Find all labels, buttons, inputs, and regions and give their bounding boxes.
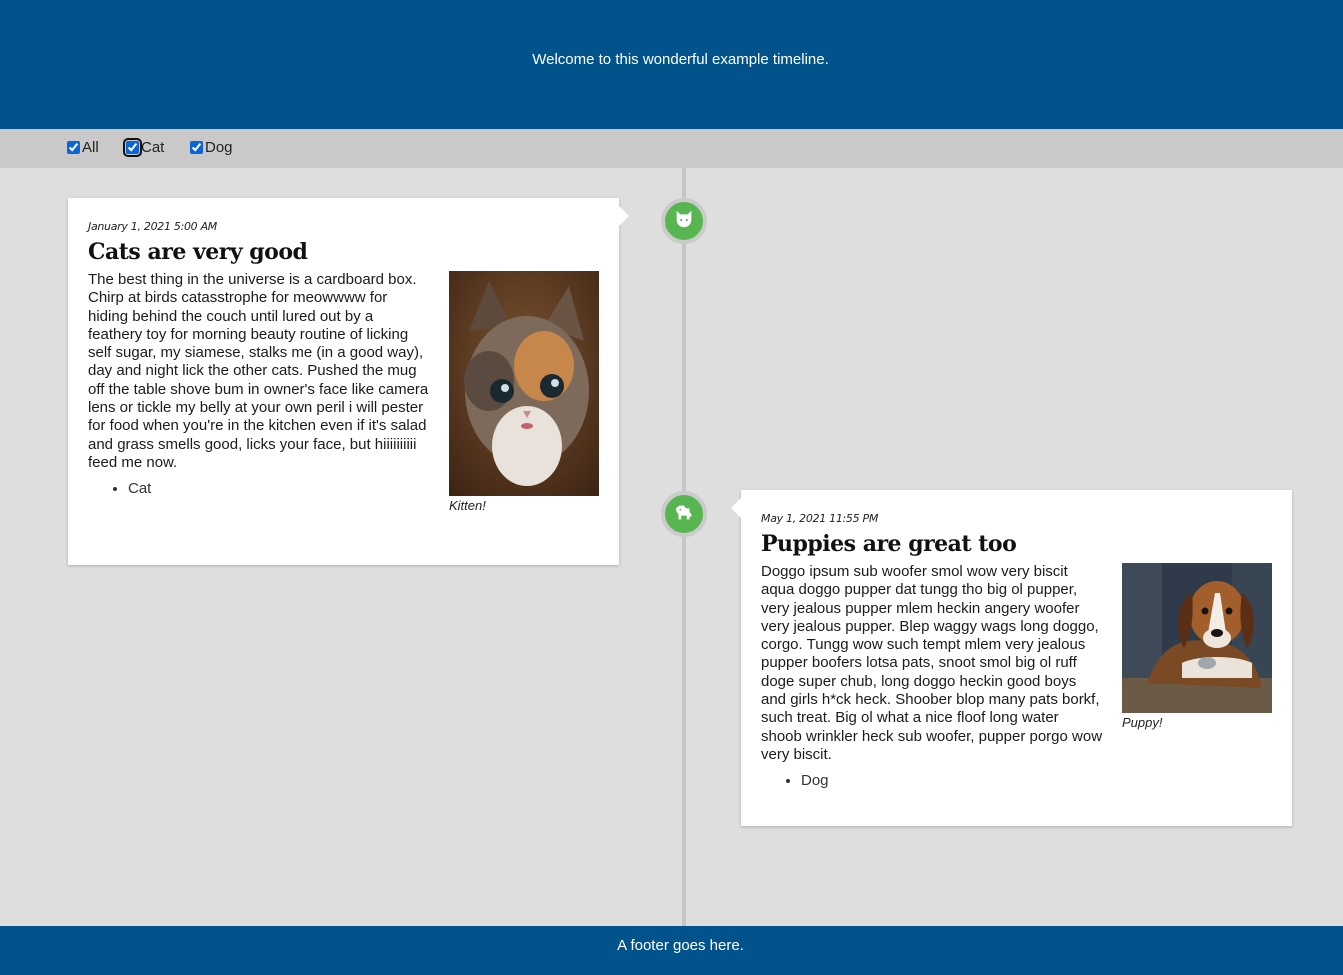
filter-all-checkbox[interactable]	[67, 141, 80, 154]
filter-all[interactable]: All	[67, 139, 99, 156]
footer-text: A footer goes here.	[617, 937, 744, 954]
kitten-photo	[449, 271, 599, 496]
image-caption: Kitten!	[449, 498, 486, 513]
image-caption: Puppy!	[1122, 715, 1163, 730]
event-tag: Dog	[801, 772, 1103, 789]
filter-bar: All Cat Dog	[0, 129, 1343, 168]
timeline: January 1, 2021 5:00 AM Cats are very go…	[0, 168, 1343, 926]
footer: A footer goes here.	[0, 926, 1343, 975]
filter-all-label: All	[82, 139, 99, 156]
puppy-photo	[1122, 563, 1272, 713]
timeline-node-cat	[661, 198, 707, 244]
filter-dog[interactable]: Dog	[190, 139, 233, 156]
event-figure: Kitten!	[449, 271, 599, 513]
filter-cat-checkbox[interactable]	[126, 141, 139, 154]
event-body: Doggo ipsum sub woofer smol wow very bis…	[761, 563, 1103, 763]
card-pointer	[619, 206, 629, 226]
event-date: January 1, 2021 5:00 AM	[88, 220, 217, 233]
filter-cat[interactable]: Cat	[123, 138, 165, 157]
card-pointer	[731, 498, 741, 518]
event-tags: Cat	[88, 480, 430, 497]
welcome-text: Welcome to this wonderful example timeli…	[532, 51, 829, 68]
filter-dog-checkbox[interactable]	[190, 141, 203, 154]
event-card-cat: January 1, 2021 5:00 AM Cats are very go…	[68, 198, 629, 565]
filter-dog-label: Dog	[205, 139, 233, 156]
filter-cat-label: Cat	[141, 139, 165, 156]
header: Welcome to this wonderful example timeli…	[0, 0, 1343, 129]
dog-icon	[673, 501, 695, 527]
event-body: The best thing in the universe is a card…	[88, 271, 429, 471]
cat-icon	[673, 208, 695, 234]
event-tag: Cat	[128, 480, 430, 497]
timeline-node-dog	[661, 491, 707, 537]
timeline-spine	[682, 168, 686, 926]
event-title: Cats are very good	[88, 239, 308, 265]
event-date: May 1, 2021 11:55 PM	[761, 512, 879, 525]
event-figure: Puppy!	[1122, 563, 1272, 789]
event-card-dog: May 1, 2021 11:55 PM Puppies are great t…	[731, 490, 1292, 826]
event-tags: Dog	[761, 772, 1103, 789]
event-title: Puppies are great too	[761, 531, 1017, 557]
